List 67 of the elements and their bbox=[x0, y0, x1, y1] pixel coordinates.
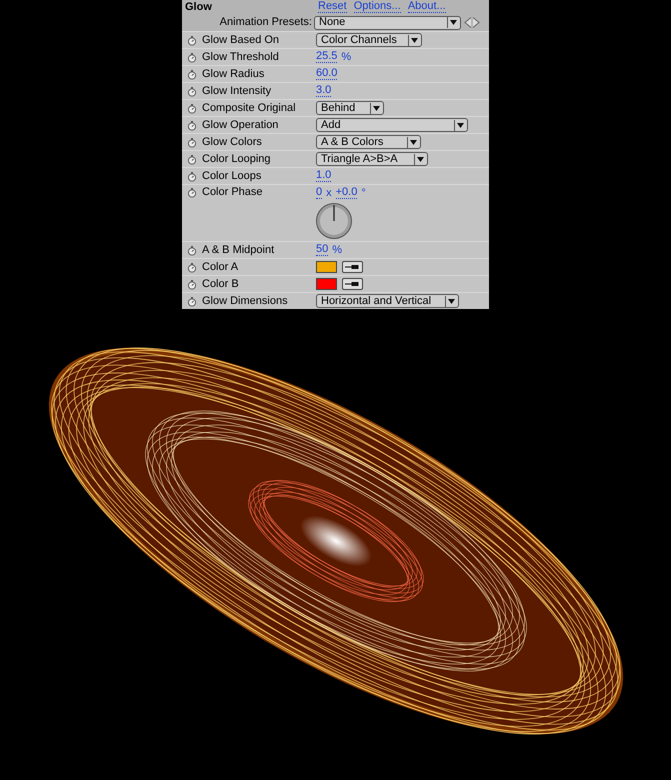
property-label: Color A bbox=[202, 262, 238, 272]
property-label: Composite Original bbox=[202, 102, 296, 114]
panel-link[interactable]: Reset bbox=[318, 1, 347, 13]
stopwatch-icon[interactable] bbox=[187, 34, 197, 46]
stopwatch-icon[interactable] bbox=[187, 136, 197, 148]
stopwatch-icon[interactable] bbox=[187, 86, 197, 96]
stopwatch-icon[interactable] bbox=[187, 102, 197, 114]
dropdown[interactable]: Triangle A>B>A bbox=[316, 152, 428, 166]
property-label: Color Loops bbox=[202, 170, 262, 182]
caret-icon bbox=[408, 34, 420, 46]
dropdown[interactable]: A & B Colors bbox=[316, 135, 421, 149]
property-label: Glow Intensity bbox=[202, 86, 272, 96]
eyedropper-icon bbox=[345, 281, 360, 287]
color-swatch[interactable] bbox=[316, 278, 337, 290]
stopwatch-icon[interactable] bbox=[187, 278, 197, 290]
dropdown[interactable]: Add bbox=[316, 118, 468, 132]
dropdown[interactable]: Color Channels bbox=[316, 33, 422, 47]
unit-label: % bbox=[341, 52, 352, 62]
value-link[interactable]: +0.0 bbox=[336, 187, 358, 199]
property-label: Glow Threshold bbox=[202, 52, 279, 62]
stopwatch-icon[interactable] bbox=[187, 262, 197, 272]
property-label: Glow Operation bbox=[202, 120, 278, 130]
stopwatch-icon[interactable] bbox=[187, 120, 197, 130]
stopwatch-icon[interactable] bbox=[187, 170, 197, 182]
caret-icon bbox=[370, 102, 382, 114]
presets-label: Animation Presets: bbox=[218, 17, 313, 28]
caret-icon bbox=[454, 120, 466, 130]
property-label: Color Phase bbox=[202, 187, 263, 198]
value-link[interactable]: 0 bbox=[316, 187, 322, 199]
stopwatch-icon[interactable] bbox=[187, 52, 197, 62]
property-label: Color B bbox=[202, 278, 239, 290]
value-link[interactable]: 25.5 bbox=[316, 51, 338, 63]
stopwatch-icon[interactable] bbox=[187, 68, 197, 80]
eyedropper-icon bbox=[345, 264, 360, 270]
value-link[interactable]: 1.0 bbox=[316, 170, 332, 182]
dropdown[interactable]: Behind bbox=[316, 101, 384, 115]
property-label: Glow Colors bbox=[202, 136, 262, 148]
unit-label: % bbox=[332, 244, 342, 256]
caret-icon bbox=[407, 136, 419, 148]
caret-icon bbox=[445, 296, 457, 306]
caret-icon bbox=[414, 154, 426, 164]
effect-title: Glow bbox=[185, 2, 213, 12]
property-label: Color Looping bbox=[202, 154, 270, 164]
panel-link[interactable]: Options... bbox=[354, 1, 401, 13]
value-link[interactable]: 60.0 bbox=[316, 68, 338, 80]
stopwatch-icon[interactable] bbox=[187, 244, 197, 256]
dropdown[interactable]: None bbox=[314, 16, 461, 30]
stopwatch-icon[interactable] bbox=[187, 187, 197, 198]
caret-icon bbox=[447, 17, 459, 28]
property-label: Glow Radius bbox=[202, 68, 264, 80]
eyedropper-button[interactable] bbox=[342, 278, 363, 290]
unit-label: x bbox=[326, 188, 332, 198]
unit-label: ° bbox=[361, 188, 366, 198]
previous-arrow-icon[interactable] bbox=[464, 17, 472, 28]
value-link[interactable]: 3.0 bbox=[316, 85, 332, 97]
angle-dial[interactable] bbox=[315, 202, 353, 240]
property-label: A & B Midpoint bbox=[202, 244, 274, 256]
panel-link[interactable]: About... bbox=[408, 1, 446, 13]
color-swatch[interactable] bbox=[316, 261, 337, 273]
stopwatch-icon[interactable] bbox=[187, 296, 197, 306]
next-arrow-icon[interactable] bbox=[472, 17, 480, 28]
value-link[interactable]: 50 bbox=[316, 244, 328, 256]
eyedropper-button[interactable] bbox=[342, 261, 363, 273]
property-label: Glow Based On bbox=[202, 34, 280, 46]
stopwatch-icon[interactable] bbox=[187, 154, 197, 164]
property-label: Glow Dimensions bbox=[202, 296, 288, 306]
dropdown[interactable]: Horizontal and Vertical bbox=[316, 294, 459, 308]
